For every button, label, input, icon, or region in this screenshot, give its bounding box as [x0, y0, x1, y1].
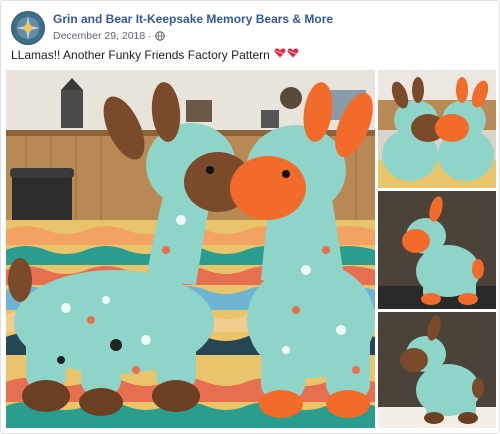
page-name-link[interactable]: Grin and Bear It-Keepsake Memory Bears &… [53, 12, 333, 26]
page-avatar[interactable] [11, 11, 45, 45]
post-text: LLamas!! Another Funky Friends Factory P… [11, 47, 299, 62]
thumb-middle-photo[interactable] [378, 191, 496, 309]
post-date[interactable]: December 29, 2018 [53, 30, 145, 42]
post-header: Grin and Bear It-Keepsake Memory Bears &… [11, 9, 491, 49]
heart-ribbon-icon [287, 47, 299, 62]
post-meta: December 29, 2018 · [53, 30, 165, 42]
main-photo[interactable] [6, 70, 375, 428]
thumb-bottom-photo[interactable] [378, 312, 496, 428]
emoji-group [274, 47, 299, 62]
thumb-top-photo[interactable] [378, 70, 496, 188]
globe-icon[interactable] [154, 31, 165, 41]
meta-separator: · [148, 30, 152, 42]
post-message: LLamas!! Another Funky Friends Factory P… [11, 47, 270, 62]
heart-ribbon-icon [274, 47, 286, 62]
facebook-post: Grin and Bear It-Keepsake Memory Bears &… [0, 0, 500, 434]
